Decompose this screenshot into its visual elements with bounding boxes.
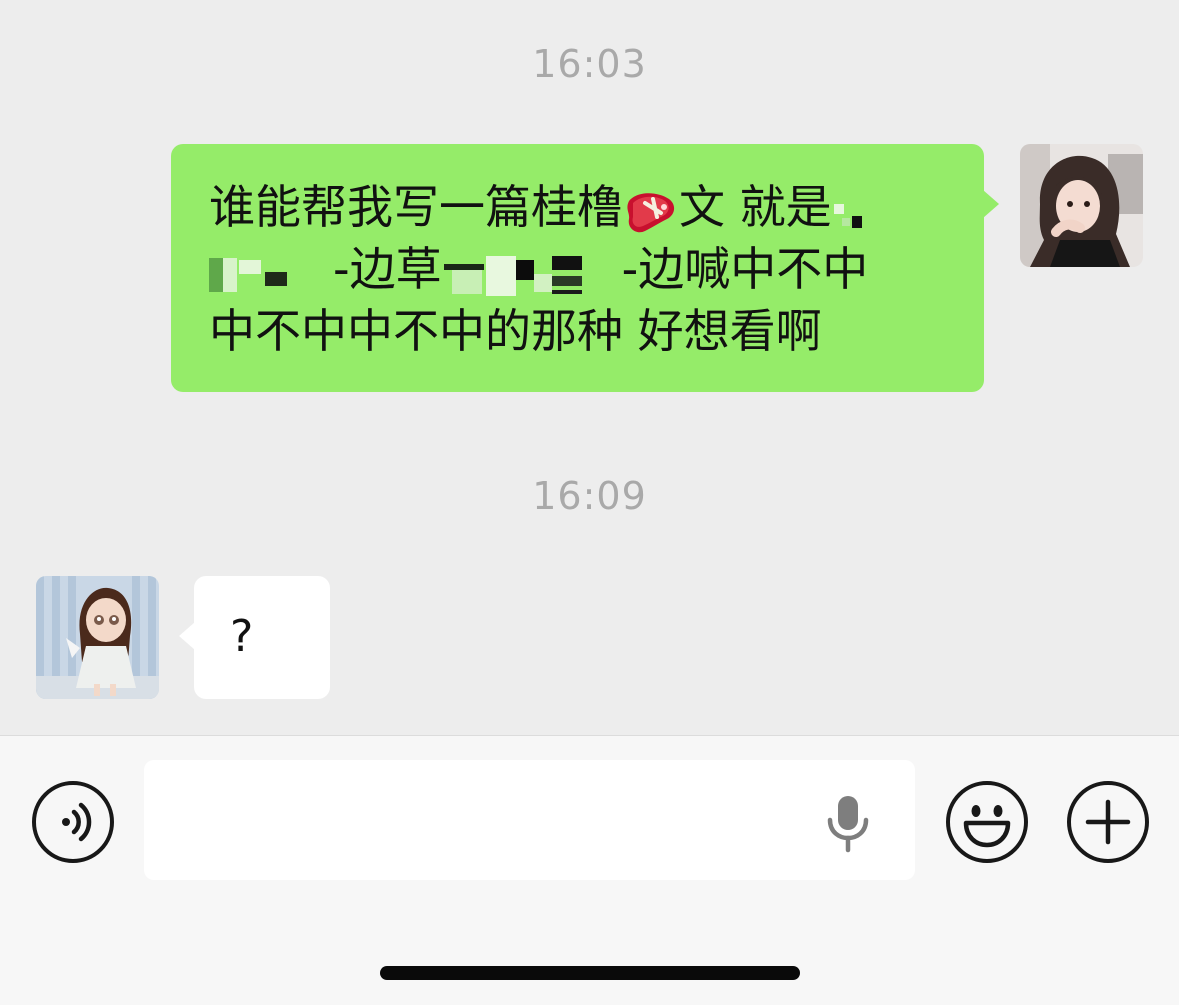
smiley-face-icon — [963, 805, 1011, 848]
my-avatar[interactable] — [1020, 144, 1143, 267]
incoming-message-text: ? — [230, 611, 254, 662]
censor-mosaic — [209, 251, 333, 295]
emoji-button[interactable] — [946, 781, 1028, 863]
chat-input-toolbar — [0, 735, 1179, 1005]
steak-emoji-icon — [623, 188, 679, 234]
message-text-segment: -边草 — [333, 242, 442, 296]
home-indicator[interactable] — [380, 966, 800, 980]
message-line: 中不中中不中的那种 好想看啊 — [209, 304, 822, 358]
censor-mosaic — [833, 191, 864, 231]
message-text-segment: 文 就是 — [679, 180, 832, 234]
message-text-segment: -边喊中不中 — [621, 242, 869, 296]
message-timestamp: 16:03 — [532, 42, 647, 86]
message-timestamp: 16:09 — [532, 474, 647, 518]
plus-circle-icon — [1085, 799, 1131, 845]
message-input[interactable] — [144, 760, 915, 880]
chat-screen: 16:03 谁能帮我写一篇桂橹 文 就是 -边草 -边喊中不中 中不中中不中的那种 … — [0, 0, 1179, 1005]
outgoing-message-text: 谁能帮我写一篇桂橹 文 就是 -边草 -边喊中不中 中不中中不中的那种 好想看啊 — [209, 176, 868, 362]
more-options-button[interactable] — [1067, 781, 1149, 863]
censor-mosaic — [442, 251, 622, 296]
incoming-message-bubble[interactable]: ? — [179, 576, 330, 699]
voice-toggle-button[interactable] — [32, 781, 114, 863]
outgoing-message-bubble[interactable]: 谁能帮我写一篇桂橹 文 就是 -边草 -边喊中不中 中不中中不中的那种 好想看啊 — [171, 144, 999, 392]
microphone-icon[interactable] — [824, 794, 874, 854]
message-line: 谁能帮我写一篇桂橹 文 就是 — [209, 176, 868, 238]
voice-wave-icon — [62, 802, 92, 842]
message-text-segment: 谁能帮我写一篇桂橹 — [209, 180, 623, 234]
message-line: -边草 -边喊中不中 — [209, 238, 868, 300]
contact-avatar[interactable] — [36, 576, 159, 699]
